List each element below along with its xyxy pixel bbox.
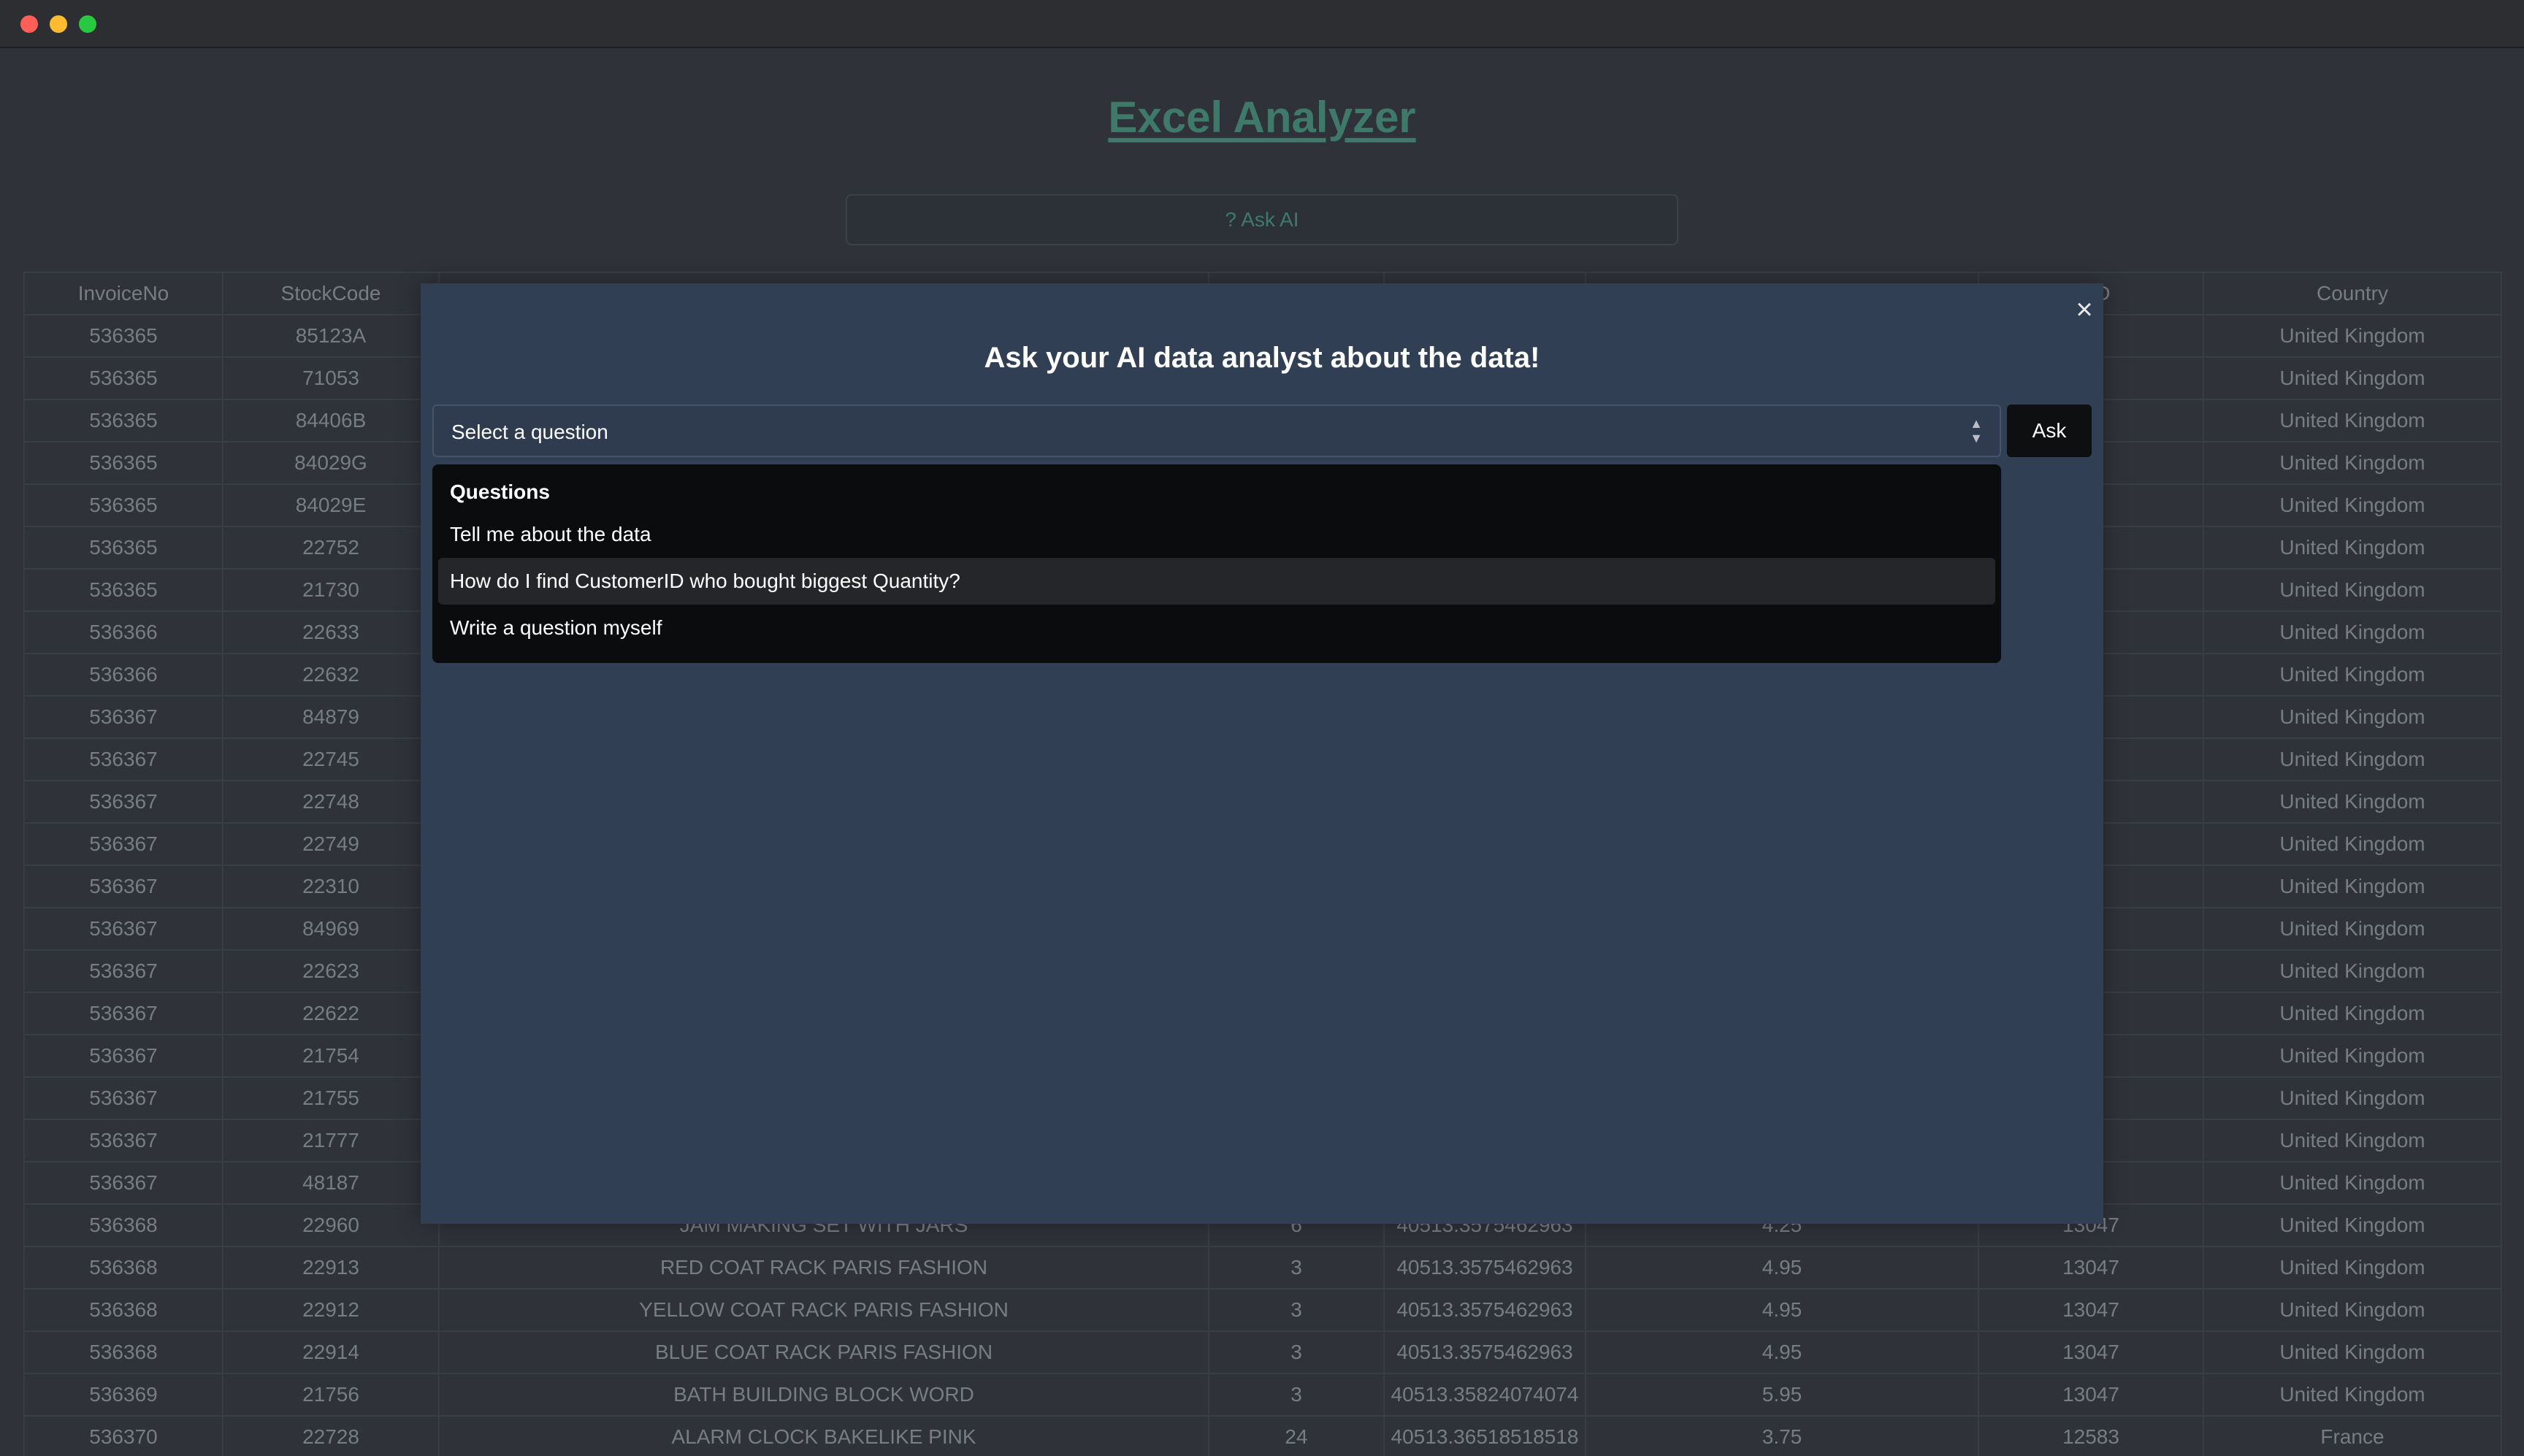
window-titlebar [0,0,2524,48]
dropdown-group-label: Questions [450,480,550,503]
dropdown-option-write-own-question[interactable]: Write a question myself [438,605,1995,651]
close-icon[interactable]: × [2068,294,2100,326]
ask-ai-modal: × Ask your AI data analyst about the dat… [421,283,2103,1224]
minimize-window-button[interactable] [50,15,67,33]
app-window: Excel Analyzer ? Ask AI InvoiceNo StockCo… [0,0,2524,1456]
chevron-up-down-icon: ▲ ▼ [1970,416,1983,445]
maximize-window-button[interactable] [79,15,96,33]
modal-heading: Ask your AI data analyst about the data! [984,342,1540,374]
question-select-value: Select a question [451,421,608,443]
dropdown-option-tell-me-about-data[interactable]: Tell me about the data [438,511,1995,558]
dropdown-option-find-customerid[interactable]: How do I find CustomerID who bought bigg… [438,558,1995,605]
question-select[interactable]: Select a question ▲ ▼ [432,405,2001,457]
close-window-button[interactable] [20,15,38,33]
ask-button[interactable]: Ask [2007,405,2092,457]
question-dropdown: Questions Tell me about the data How do … [432,464,2001,663]
